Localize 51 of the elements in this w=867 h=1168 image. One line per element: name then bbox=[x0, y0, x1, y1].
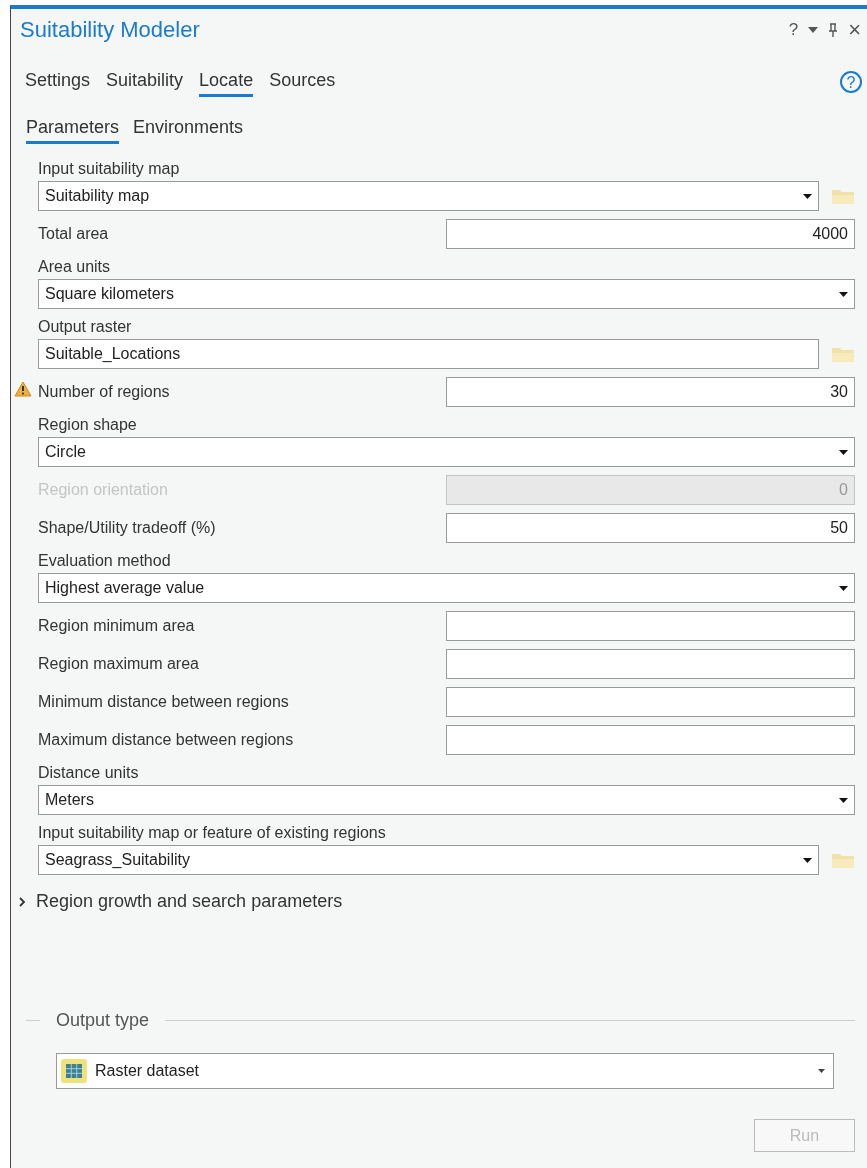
dropdown[interactable]: Raster dataset bbox=[56, 1053, 834, 1089]
input-field[interactable]: 4000 bbox=[446, 219, 855, 249]
caret-icon bbox=[803, 193, 812, 199]
field-label: Area units bbox=[38, 257, 112, 277]
input-field[interactable]: 30 bbox=[446, 377, 855, 407]
caret-icon bbox=[839, 797, 848, 803]
dropdown[interactable]: Meters bbox=[38, 785, 855, 815]
caret-icon bbox=[803, 857, 812, 863]
field-label: Total area bbox=[38, 224, 109, 244]
tab[interactable]: Parameters bbox=[26, 113, 120, 144]
field-label: Distance units bbox=[38, 763, 140, 783]
help-button[interactable]: ? bbox=[840, 70, 862, 93]
tab[interactable]: Settings bbox=[25, 66, 91, 97]
window-title: Suitability Modeler bbox=[20, 17, 200, 43]
tab[interactable]: Sources bbox=[269, 66, 336, 97]
caret-icon bbox=[839, 449, 848, 455]
input-field[interactable] bbox=[446, 611, 855, 641]
dropdown-arrow-icon[interactable] bbox=[808, 27, 819, 33]
dropdown[interactable]: Highest average value bbox=[38, 573, 855, 603]
input-field[interactable]: Suitable_Locations bbox=[38, 339, 819, 369]
tab[interactable]: Locate bbox=[199, 66, 254, 97]
field-label: Number of regions bbox=[38, 382, 170, 402]
field-label: Minimum distance between regions bbox=[38, 692, 289, 712]
pin-icon[interactable] bbox=[828, 23, 839, 37]
field-label: Evaluation method bbox=[38, 551, 172, 571]
close-button[interactable]: × bbox=[848, 17, 861, 43]
tab[interactable]: Environments bbox=[133, 113, 244, 144]
dropdown[interactable]: Seagrass_Suitability bbox=[38, 845, 819, 875]
dropdown[interactable]: Square kilometers bbox=[38, 279, 855, 309]
field-label: Input suitability map bbox=[38, 159, 181, 179]
caret-icon bbox=[839, 585, 848, 591]
input-field[interactable] bbox=[446, 725, 855, 755]
field-label: Shape/Utility tradeoff (%) bbox=[38, 518, 216, 538]
field-label: Region maximum area bbox=[38, 654, 199, 674]
dropdown[interactable]: Circle bbox=[38, 437, 855, 467]
field-label: Maximum distance between regions bbox=[38, 730, 294, 750]
section-expander[interactable]: Region growth and search parameters bbox=[18, 891, 343, 912]
caret-icon bbox=[839, 291, 848, 297]
input-field[interactable] bbox=[446, 649, 855, 679]
field-label: Input suitability map or feature of existing regions bbox=[38, 823, 387, 843]
field-label: Output raster bbox=[38, 317, 133, 337]
field-label: Region shape bbox=[38, 415, 138, 435]
tab[interactable]: Suitability bbox=[106, 66, 184, 97]
input-field[interactable]: 50 bbox=[446, 513, 855, 543]
caret-icon bbox=[818, 1069, 825, 1073]
group-legend: Output type bbox=[56, 1010, 150, 1031]
input-field[interactable] bbox=[446, 687, 855, 717]
field-label: Region minimum area bbox=[38, 616, 195, 636]
help-button[interactable]: ? bbox=[788, 20, 799, 40]
dropdown[interactable]: Suitability map bbox=[38, 181, 819, 211]
raster-grid-icon bbox=[61, 1059, 87, 1083]
